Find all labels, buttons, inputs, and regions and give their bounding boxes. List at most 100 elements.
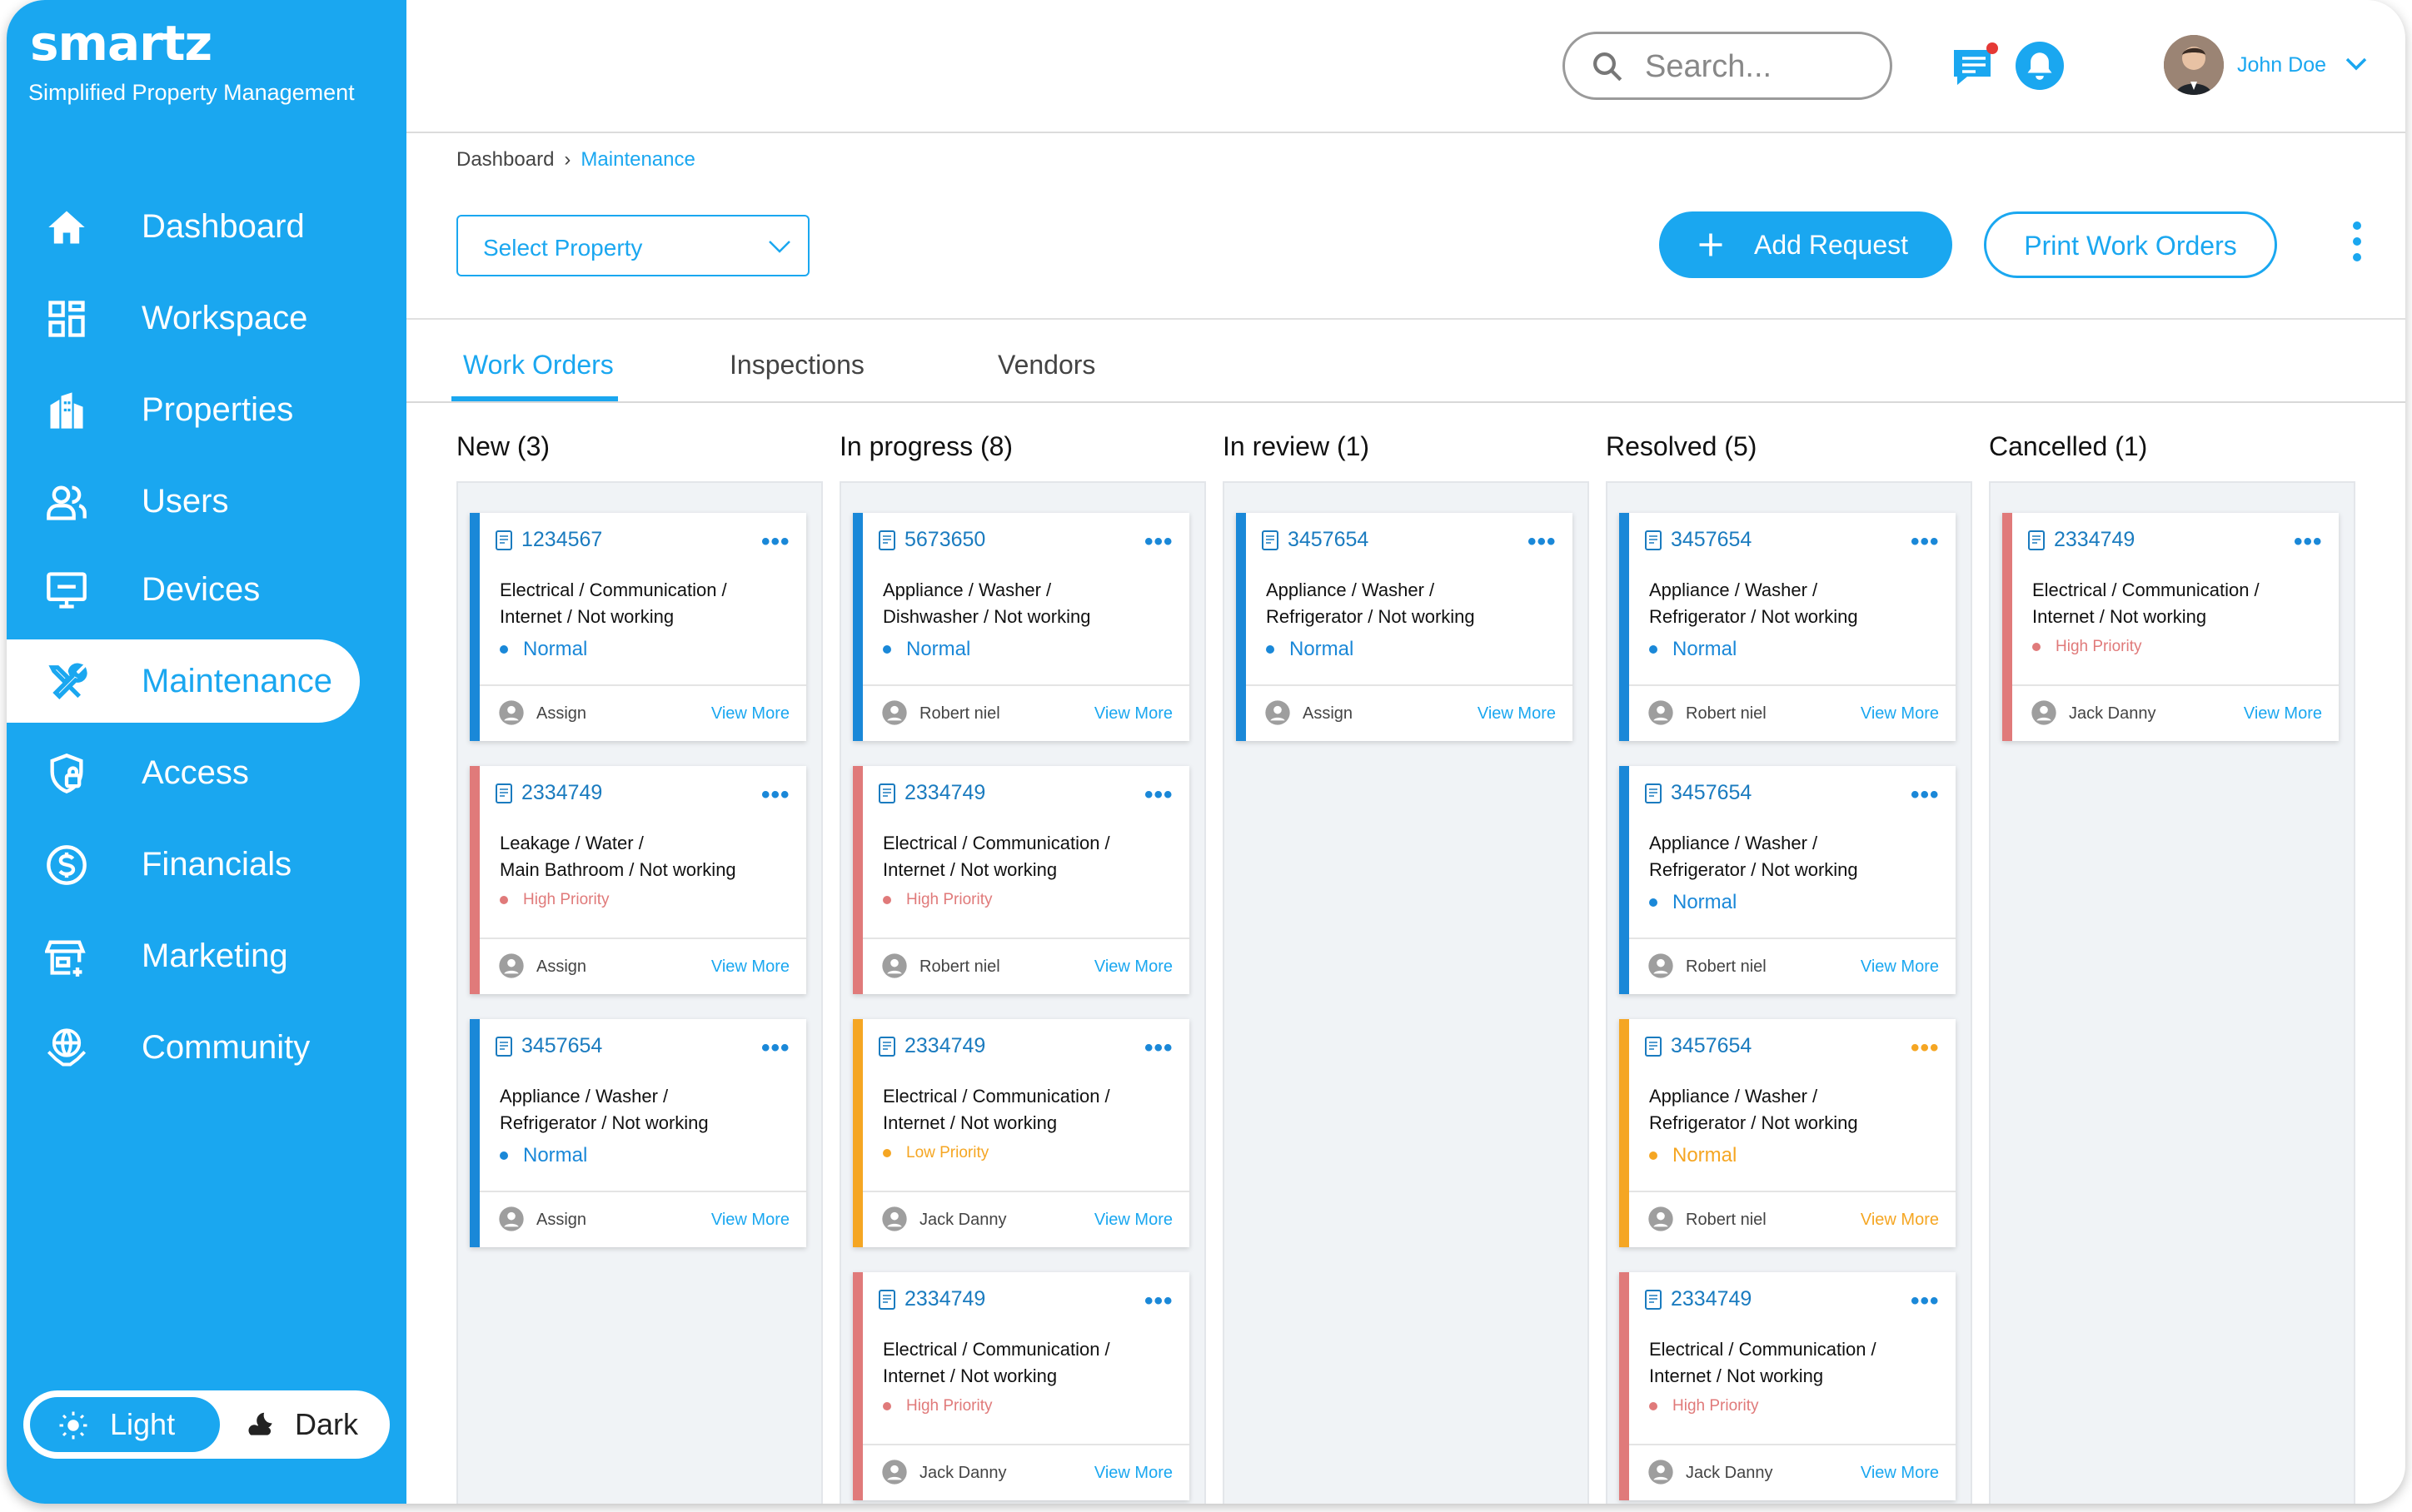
app-window: smartz Simplified Property Management Da… [7, 0, 2405, 1504]
sidebar-item-marketing[interactable]: Marketing [7, 914, 360, 997]
view-more-link[interactable]: View More [1861, 957, 1939, 977]
tools-icon [48, 663, 87, 700]
work-order-id[interactable]: 2334749 [904, 1287, 985, 1311]
sidebar-item-community[interactable]: Community [7, 1006, 360, 1089]
work-order-card[interactable]: 2334749 ••• Electrical / Communication / In… [853, 1019, 1189, 1247]
view-more-link[interactable]: View More [1094, 1211, 1173, 1230]
view-more-link[interactable]: View More [711, 704, 790, 724]
assignee-label[interactable]: Assign [536, 704, 586, 724]
brand-logo[interactable]: smartz [30, 15, 212, 72]
work-order-card[interactable]: 2334749 ••• Electrical / Communication / In… [1619, 1272, 1956, 1500]
sidebar-item-access[interactable]: Access [7, 731, 360, 814]
card-menu-icon[interactable]: ••• [761, 1034, 790, 1062]
assignee-label[interactable]: Assign [536, 1211, 586, 1230]
tab-vendors[interactable]: Vendors [998, 350, 1095, 380]
work-order-card[interactable]: 1234567 ••• Electrical / Communication / In… [470, 513, 806, 741]
work-order-card[interactable]: 3457654 ••• Appliance / Washer / Refrigerat… [1236, 513, 1572, 741]
work-order-card[interactable]: 2334749 ••• Electrical / Communication / In… [853, 1272, 1189, 1500]
assignee-label[interactable]: Robert niel [1686, 1211, 1767, 1230]
view-more-link[interactable]: View More [1861, 1211, 1939, 1230]
sidebar-item-financials[interactable]: Financials [7, 823, 360, 906]
assignee-label[interactable]: Assign [536, 957, 586, 977]
breadcrumb-root[interactable]: Dashboard [456, 148, 554, 171]
search-box[interactable] [1562, 32, 1892, 100]
view-more-link[interactable]: View More [1861, 1464, 1939, 1483]
view-more-link[interactable]: View More [1861, 704, 1939, 724]
ticket-icon [879, 783, 895, 803]
work-order-id[interactable]: 2334749 [904, 1034, 985, 1058]
card-menu-icon[interactable]: ••• [1144, 528, 1174, 556]
assignee-label[interactable]: Robert niel [919, 704, 1000, 724]
avatar[interactable] [2164, 35, 2224, 95]
view-more-link[interactable]: View More [1478, 704, 1556, 724]
work-order-id[interactable]: 5673650 [904, 528, 985, 552]
work-order-id[interactable]: 3457654 [1288, 528, 1368, 552]
sidebar-item-users[interactable]: Users [7, 460, 360, 543]
tab-inspections[interactable]: Inspections [730, 350, 865, 380]
add-request-button[interactable]: Add Request [1659, 211, 1952, 278]
card-menu-icon[interactable]: ••• [1144, 1287, 1174, 1316]
work-order-id[interactable]: 2334749 [521, 781, 602, 805]
work-order-card[interactable]: 3457654 ••• Appliance / Washer / Refrigerat… [1619, 1019, 1956, 1247]
assignee-label[interactable]: Jack Danny [2069, 704, 2156, 724]
work-order-id[interactable]: 3457654 [1671, 528, 1752, 552]
work-order-id[interactable]: 1234567 [521, 528, 602, 552]
select-property-dropdown[interactable]: Select Property [456, 215, 810, 276]
more-options-icon[interactable] [2349, 221, 2365, 268]
work-order-card[interactable]: 2334749 ••• Electrical / Communication / In… [2002, 513, 2339, 741]
tab-work-orders[interactable]: Work Orders [463, 350, 614, 380]
card-menu-icon[interactable]: ••• [1911, 1287, 1940, 1316]
assignee-label[interactable]: Assign [1303, 704, 1353, 724]
work-order-card[interactable]: 2334749 ••• Leakage / Water / Main Bathroom… [470, 766, 806, 994]
search-input[interactable] [1645, 46, 1878, 87]
card-menu-icon[interactable]: ••• [1527, 528, 1557, 556]
work-order-id[interactable]: 2334749 [1671, 1287, 1752, 1311]
work-order-card[interactable]: 3457654 ••• Appliance / Washer / Refrigerat… [1619, 513, 1956, 741]
sidebar-item-maintenance[interactable]: Maintenance [7, 639, 360, 723]
work-order-card[interactable]: 3457654 ••• Appliance / Washer / Refrigerat… [470, 1019, 806, 1247]
work-order-id[interactable]: 2334749 [2054, 528, 2135, 552]
work-order-card[interactable]: 5673650 ••• Appliance / Washer / Dishwasher… [853, 513, 1189, 741]
view-more-link[interactable]: View More [711, 957, 790, 977]
breadcrumb-current[interactable]: Maintenance [581, 148, 695, 171]
assignee-label[interactable]: Jack Danny [1686, 1464, 1773, 1483]
work-order-id[interactable]: 3457654 [1671, 1034, 1752, 1058]
assignee-label[interactable]: Robert niel [1686, 957, 1767, 977]
work-order-card[interactable]: 2334749 ••• Electrical / Communication / In… [853, 766, 1189, 994]
work-order-id[interactable]: 3457654 [521, 1034, 602, 1058]
priority-label: High Priority [1672, 1397, 1759, 1415]
ticket-icon [496, 1037, 512, 1057]
bell-icon[interactable] [2016, 42, 2064, 90]
assignee-label[interactable]: Robert niel [919, 957, 1000, 977]
view-more-link[interactable]: View More [1094, 957, 1173, 977]
view-more-link[interactable]: View More [1094, 1464, 1173, 1483]
card-menu-icon[interactable]: ••• [1911, 528, 1940, 556]
card-menu-icon[interactable]: ••• [1911, 1034, 1940, 1062]
theme-light-option[interactable]: Light [30, 1397, 220, 1452]
card-menu-icon[interactable]: ••• [1144, 781, 1174, 809]
view-more-link[interactable]: View More [2244, 704, 2322, 724]
work-order-id[interactable]: 3457654 [1671, 781, 1752, 805]
sidebar-item-dashboard[interactable]: Dashboard [7, 185, 360, 268]
card-menu-icon[interactable]: ••• [761, 528, 790, 556]
card-menu-icon[interactable]: ••• [2294, 528, 2323, 556]
card-menu-icon[interactable]: ••• [761, 781, 790, 809]
card-menu-icon[interactable]: ••• [1144, 1034, 1174, 1062]
sidebar-item-workspace[interactable]: Workspace [7, 276, 360, 360]
priority-dot [2032, 643, 2041, 651]
chevron-down-icon[interactable] [2344, 55, 2369, 73]
card-menu-icon[interactable]: ••• [1911, 781, 1940, 809]
work-order-card[interactable]: 3457654 ••• Appliance / Washer / Refrigerat… [1619, 766, 1956, 994]
theme-dark-option[interactable]: Dark [227, 1397, 383, 1452]
assignee-label[interactable]: Jack Danny [919, 1464, 1007, 1483]
assignee-label[interactable]: Jack Danny [919, 1211, 1007, 1230]
user-name[interactable]: John Doe [2237, 53, 2326, 77]
assignee-label[interactable]: Robert niel [1686, 704, 1767, 724]
view-more-link[interactable]: View More [1094, 704, 1173, 724]
chat-icon[interactable] [1949, 40, 2002, 93]
sidebar-item-devices[interactable]: Devices [7, 548, 360, 631]
sidebar-item-properties[interactable]: Properties [7, 368, 360, 451]
work-order-id[interactable]: 2334749 [904, 781, 985, 805]
view-more-link[interactable]: View More [711, 1211, 790, 1230]
print-work-orders-button[interactable]: Print Work Orders [1984, 211, 2277, 278]
